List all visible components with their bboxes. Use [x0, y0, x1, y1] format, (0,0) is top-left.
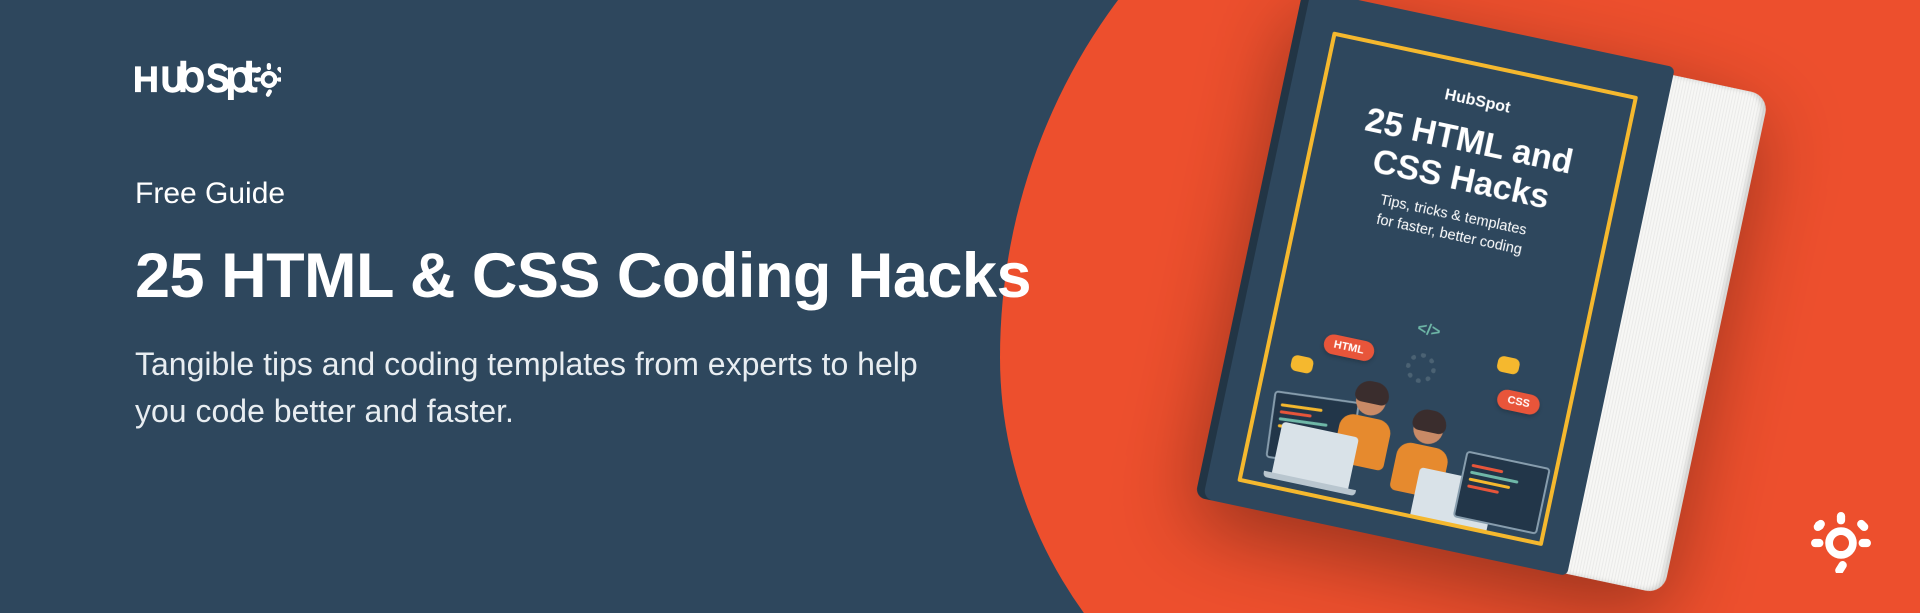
css-chip: CSS — [1496, 388, 1542, 416]
speech-bubble-icon — [1290, 354, 1315, 374]
subheadline: Tangible tips and coding templates from … — [135, 341, 955, 434]
book-brand-text: HubSpot — [1443, 86, 1512, 116]
hubspot-sprocket-icon — [1810, 511, 1872, 573]
book-illustration: </> HTML CSS — [1266, 297, 1558, 527]
book-frame: HubSpot 25 HTML and CSS Hacks Tips, tric… — [1237, 31, 1638, 546]
gear-icon — [1403, 350, 1439, 386]
headline: 25 HTML & CSS Coding Hacks — [135, 242, 1035, 311]
eyebrow-label: Free Guide — [135, 176, 1035, 212]
html-chip: HTML — [1322, 333, 1376, 363]
banner-content: Free Guide 25 HTML & CSS Coding Hacks Ta… — [135, 58, 1035, 434]
book-brand-logo: HubSpot — [1443, 86, 1512, 117]
speech-bubble-icon — [1496, 355, 1521, 375]
hubspot-logo — [135, 58, 1035, 100]
code-tag-icon: </> — [1416, 320, 1442, 342]
promo-banner[interactable]: Free Guide 25 HTML & CSS Coding Hacks Ta… — [0, 0, 1920, 613]
